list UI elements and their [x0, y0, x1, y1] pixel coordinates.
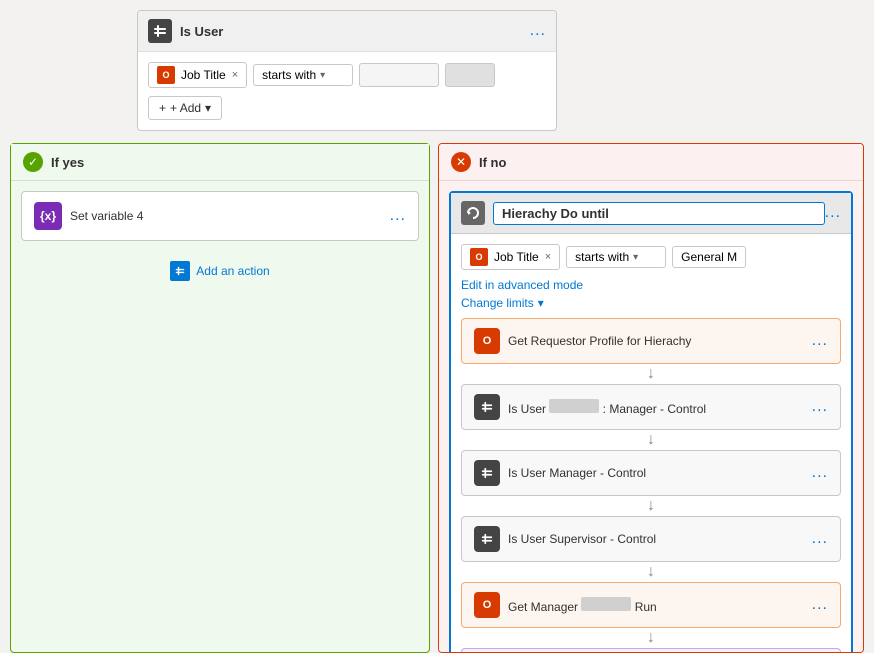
filter-text-input[interactable] [359, 63, 439, 87]
add-chevron-icon: ▾ [205, 101, 211, 115]
office-icon: O [157, 66, 175, 84]
connector-3: ↓ [461, 496, 841, 516]
step-is-user-supervisor-label: Is User Supervisor - Control [508, 532, 656, 546]
step-get-requestor: O Get Requestor Profile for Hierachy ... [461, 318, 841, 364]
step-get-requestor-label: Get Requestor Profile for Hierachy [508, 334, 691, 348]
add-icon: + [159, 101, 166, 115]
step-is-user-manager-2-ellipsis[interactable]: ... [812, 464, 828, 482]
if-yes-branch: ✓ If yes {x} Set variable 4 ... [10, 143, 430, 653]
do-until-dropdown-arrow-icon: ▾ [633, 252, 638, 263]
is-user-title: Is User [180, 24, 223, 39]
connector-1: ↓ [461, 364, 841, 384]
edit-advanced-mode-link[interactable]: Edit in advanced mode [461, 278, 841, 292]
do-until-job-title-label: Job Title [494, 250, 539, 264]
filter-blur-input [445, 63, 495, 87]
do-until-close[interactable]: × [545, 251, 551, 263]
if-yes-label: If yes [51, 155, 84, 170]
do-until-ellipsis[interactable]: ... [825, 204, 841, 222]
add-label: + Add [170, 101, 201, 115]
is-user-card-header: Is User ... [138, 11, 556, 52]
step-is-user-manager-2: Is User Manager - Control ... [461, 450, 841, 496]
step-is-user-supervisor-ellipsis[interactable]: ... [812, 530, 828, 548]
step-is-user-manager-1-ellipsis[interactable]: ... [812, 398, 828, 416]
add-action-link[interactable]: Add an action [21, 261, 419, 281]
step-get-manager-run-ellipsis[interactable]: ... [812, 596, 828, 614]
step-is-user-supervisor: Is User Supervisor - Control ... [461, 516, 841, 562]
set-variable-4-card: {x} Set variable 4 ... [21, 191, 419, 241]
add-action-label: Add an action [196, 264, 269, 278]
step-is-user-manager-2-label: Is User Manager - Control [508, 466, 646, 480]
yes-check-icon: ✓ [23, 152, 43, 172]
add-button[interactable]: + + Add ▾ [148, 96, 222, 120]
card-header-left: Is User [148, 19, 223, 43]
connector-5: ↓ [461, 628, 841, 648]
job-title-tag: O Job Title × [148, 62, 247, 88]
flow-steps: O Get Requestor Profile for Hierachy ...… [461, 318, 841, 653]
if-yes-body: {x} Set variable 4 ... Add an action [11, 181, 429, 291]
step-get-manager-run-label: Get Manager Run [508, 597, 657, 614]
set-variable-4-left: {x} Set variable 4 [34, 202, 143, 230]
step-condition-icon-2 [474, 460, 500, 486]
if-no-header: ✕ If no [439, 144, 863, 181]
change-limits-link[interactable]: Change limits ▾ [461, 296, 841, 310]
do-until-job-title-tag: O Job Title × [461, 244, 560, 270]
do-until-filter-row: O Job Title × starts with ▾ General M [461, 244, 841, 270]
step-is-user-manager-1-label: Is User : Manager - Control [508, 399, 706, 416]
dropdown-arrow-icon: ▾ [320, 70, 325, 81]
step-is-user-manager-2-left: Is User Manager - Control [474, 460, 646, 486]
filter-row: O Job Title × starts with ▾ [148, 62, 546, 88]
step-is-user-manager-1: Is User : Manager - Control ... [461, 384, 841, 430]
do-until-icon [461, 201, 485, 225]
variable-icon: {x} [34, 202, 62, 230]
connector-2: ↓ [461, 430, 841, 450]
step-is-user-manager-1-left: Is User : Manager - Control [474, 394, 706, 420]
no-x-icon: ✕ [451, 152, 471, 172]
step-get-manager-run-left: O Get Manager Run [474, 592, 657, 618]
job-title-close[interactable]: × [232, 69, 238, 81]
do-until-dropdown[interactable]: starts with ▾ [566, 246, 666, 268]
do-until-title-input[interactable] [493, 202, 825, 225]
chevron-down-icon: ▾ [538, 296, 544, 310]
condition-icon [148, 19, 172, 43]
job-title-label: Job Title [181, 68, 226, 82]
set-variable-4-ellipsis[interactable]: ... [390, 207, 406, 225]
step-get-requestor-ellipsis[interactable]: ... [812, 332, 828, 350]
is-user-card: Is User ... O Job Title × starts with ▾ … [137, 10, 557, 131]
do-until-header-left [461, 201, 825, 225]
is-user-ellipsis[interactable]: ... [530, 22, 546, 40]
do-until-body: O Job Title × starts with ▾ General M Ed… [451, 234, 851, 653]
do-until-card: ... O Job Title × starts with ▾ [449, 191, 853, 653]
do-until-value-input[interactable]: General M [672, 246, 746, 268]
step-office-icon-2: O [474, 592, 500, 618]
if-no-label: If no [479, 155, 506, 170]
starts-with-dropdown[interactable]: starts with ▾ [253, 64, 353, 86]
main-container: Is User ... O Job Title × starts with ▾ … [0, 0, 874, 632]
step-get-manager-run: O Get Manager Run ... [461, 582, 841, 628]
step-get-requestor-left: O Get Requestor Profile for Hierachy [474, 328, 691, 354]
step-office-icon-1: O [474, 328, 500, 354]
do-until-office-icon: O [470, 248, 488, 266]
add-action-icon [170, 261, 190, 281]
set-variable-4-label: Set variable 4 [70, 209, 143, 223]
do-until-header: ... [451, 193, 851, 234]
if-yes-header: ✓ If yes [11, 144, 429, 181]
step-condition-icon-3 [474, 526, 500, 552]
branch-container: ✓ If yes {x} Set variable 4 ... [10, 143, 864, 653]
if-no-branch: ✕ If no ... [438, 143, 864, 653]
dropdown-label: starts with [262, 68, 316, 82]
is-user-card-body: O Job Title × starts with ▾ + + Add ▾ [138, 52, 556, 130]
do-until-dropdown-label: starts with [575, 250, 629, 264]
step-is-user-supervisor-left: Is User Supervisor - Control [474, 526, 656, 552]
connector-4: ↓ [461, 562, 841, 582]
step-set-variable: {x} Set variable ... [461, 648, 841, 653]
step-condition-icon-1 [474, 394, 500, 420]
